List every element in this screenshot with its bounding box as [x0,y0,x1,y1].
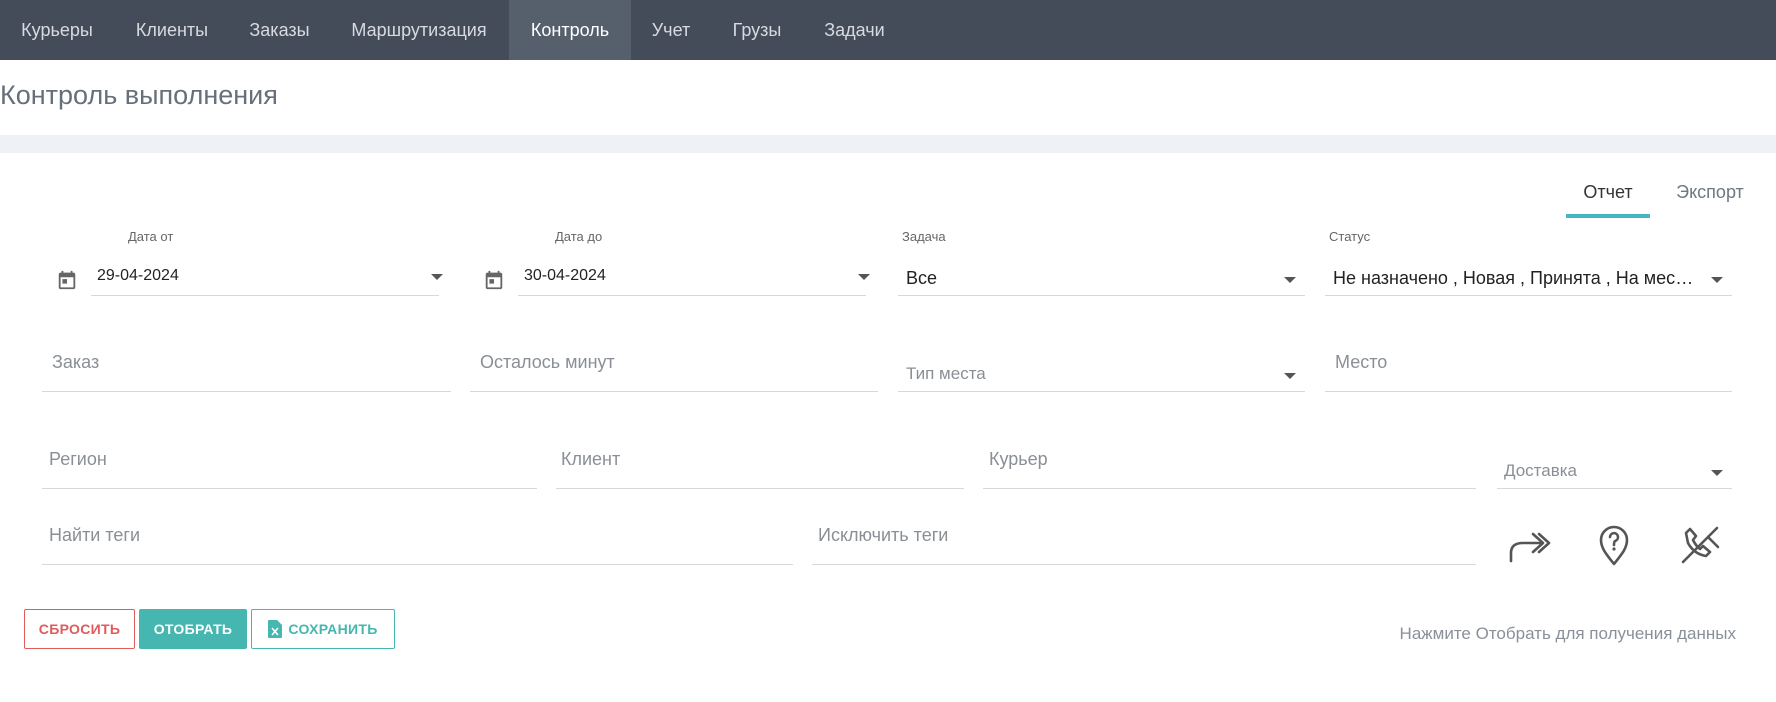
top-navigation: Курьеры Клиенты Заказы Маршрутизация Кон… [0,0,1776,60]
exclude-tags-underline [812,564,1476,565]
nav-item-orders[interactable]: Заказы [230,0,329,60]
nav-item-routing[interactable]: Маршрутизация [329,0,509,60]
place-underline [1325,391,1732,392]
client-input[interactable]: Клиент [561,449,620,470]
delivery-dropdown-caret[interactable] [1711,470,1723,476]
delivery-underline [1497,488,1732,489]
courier-input[interactable]: Курьер [989,449,1048,470]
nav-item-tasks[interactable]: Задачи [803,0,906,60]
date-to-input[interactable]: 30-04-2024 [524,267,844,285]
date-to-label: Дата до [555,229,603,244]
region-underline [42,488,537,489]
place-input[interactable]: Место [1335,352,1387,373]
order-underline [42,391,451,392]
minutes-left-input[interactable]: Осталось минут [480,352,615,373]
save-button[interactable]: СОХРАНИТЬ [251,609,395,649]
section-divider [0,135,1776,153]
status-label: Статус [1329,229,1371,244]
find-tags-input[interactable]: Найти теги [49,525,140,546]
save-button-label: СОХРАНИТЬ [288,621,378,637]
status-select[interactable]: Не назначено , Новая , Принята , На мест… [1333,268,1697,289]
tab-active-indicator [1566,214,1650,218]
task-dropdown-caret[interactable] [1284,277,1296,283]
calendar-icon[interactable] [56,268,78,292]
task-select[interactable]: Все [906,268,1266,289]
place-type-underline [898,391,1305,392]
phone-off-icon[interactable] [1678,523,1722,567]
hint-text: Нажмите Отобрать для получения данных [1399,624,1736,643]
nav-item-clients[interactable]: Клиенты [114,0,230,60]
date-from-label: Дата от [128,229,174,244]
date-from-dropdown-caret[interactable] [431,274,443,280]
status-dropdown-caret[interactable] [1711,277,1723,283]
task-underline [898,295,1305,296]
delivery-select[interactable]: Доставка [1504,461,1577,481]
region-input[interactable]: Регион [49,449,107,470]
location-question-icon[interactable] [1592,523,1636,567]
tab-export[interactable]: Экспорт [1660,180,1760,220]
minutes-left-underline [470,391,878,392]
place-type-dropdown-caret[interactable] [1284,373,1296,379]
date-from-input[interactable]: 29-04-2024 [97,267,417,285]
date-to-dropdown-caret[interactable] [858,274,870,280]
date-to-underline [518,295,866,296]
double-forward-arrow-icon[interactable] [1507,523,1551,567]
page-title: Контроль выполнения [0,80,278,110]
reset-button[interactable]: СБРОСИТЬ [24,609,135,649]
excel-file-icon [268,620,283,638]
nav-item-couriers[interactable]: Курьеры [0,0,114,60]
exclude-tags-input[interactable]: Исключить теги [818,525,948,546]
nav-item-accounting[interactable]: Учет [631,0,711,60]
order-input[interactable]: Заказ [52,352,99,373]
find-tags-underline [42,564,793,565]
place-type-select[interactable]: Тип места [906,364,986,384]
select-button[interactable]: ОТОБРАТЬ [139,609,247,649]
task-label: Задача [902,229,946,244]
status-underline [1325,295,1732,296]
nav-item-cargo[interactable]: Грузы [711,0,803,60]
date-from-underline [91,295,439,296]
courier-underline [983,488,1476,489]
nav-item-control[interactable]: Контроль [509,0,631,60]
calendar-icon[interactable] [483,268,505,292]
client-underline [556,488,964,489]
